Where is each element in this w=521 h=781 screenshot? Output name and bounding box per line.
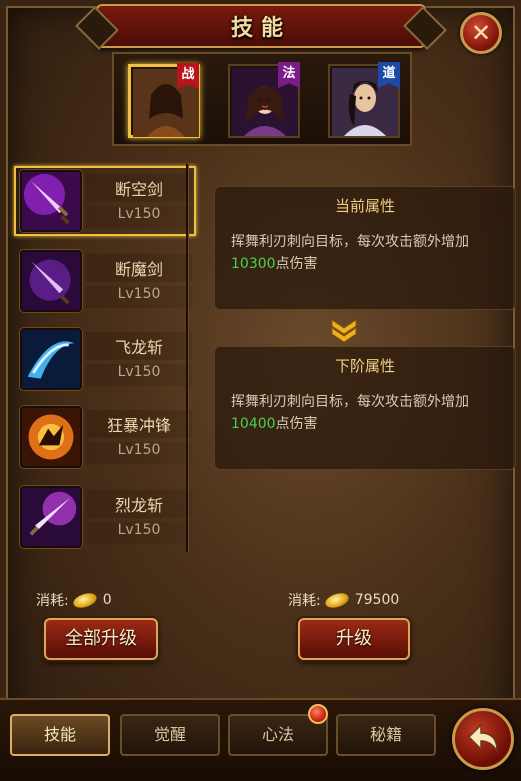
cost-all: 消耗: 0 xyxy=(36,590,112,610)
cost-label: 消耗: xyxy=(36,593,69,609)
skill-name: 断空剑 xyxy=(114,180,163,199)
skill-level: Lv150 xyxy=(86,286,192,308)
charge-icon xyxy=(20,406,82,468)
skill-level: Lv150 xyxy=(86,442,192,464)
tab-awaken[interactable]: 觉醒 xyxy=(120,714,220,756)
skill-list: 断空剑 Lv150 断魔剑 Lv150 飞龙斩 Lv150 狂暴冲锋 Lv150… xyxy=(14,162,196,554)
skill-item[interactable]: 断魔剑 Lv150 xyxy=(14,246,196,316)
cost-amount: 79500 xyxy=(354,592,400,608)
dragon-slash-icon xyxy=(20,328,82,390)
next-attribute-desc: 挥舞利刃刺向目标，每次攻击额外增加10400点伤害 xyxy=(231,394,469,432)
skill-name: 断魔剑 xyxy=(114,260,163,279)
skill-level: Lv150 xyxy=(86,206,192,228)
back-button[interactable] xyxy=(452,708,514,770)
character-mage[interactable]: 法 xyxy=(228,62,300,138)
skill-item[interactable]: 狂暴冲锋 Lv150 xyxy=(14,402,196,472)
skill-item[interactable]: 断空剑 Lv150 xyxy=(14,166,196,236)
gold-coin-icon xyxy=(71,590,99,610)
current-damage-value: 10300 xyxy=(231,256,276,272)
skill-level: Lv150 xyxy=(86,364,192,386)
title-bar: 技能 xyxy=(96,4,426,48)
current-attribute-title: 当前属性 xyxy=(334,197,395,215)
character-selector: 战 法 道 xyxy=(112,52,412,146)
current-attribute-panel: 当前属性 挥舞利刃刺向目标，每次攻击额外增加10300点伤害 xyxy=(214,186,516,310)
upgrade-button[interactable]: 升级 xyxy=(298,618,410,660)
page-title: 技能 xyxy=(230,15,291,41)
back-arrow-icon xyxy=(467,723,498,754)
cost-label: 消耗: xyxy=(288,593,321,609)
skill-item[interactable]: 飞龙斩 Lv150 xyxy=(14,324,196,394)
tab-secret-book[interactable]: 秘籍 xyxy=(336,714,436,756)
close-button[interactable]: ✕ xyxy=(460,12,502,54)
list-divider xyxy=(186,164,188,552)
upgrade-all-button[interactable]: 全部升级 xyxy=(44,618,158,660)
skill-name: 烈龙斩 xyxy=(114,496,163,515)
next-attribute-title: 下阶属性 xyxy=(334,357,395,375)
sword-icon xyxy=(20,170,82,232)
gold-coin-icon xyxy=(323,590,351,610)
notification-badge xyxy=(308,704,328,724)
skill-name: 狂暴冲锋 xyxy=(106,416,171,435)
cost-single: 消耗: 79500 xyxy=(288,590,399,610)
sword-icon xyxy=(20,486,82,548)
skill-item[interactable]: 烈龙斩 Lv150 xyxy=(14,482,196,552)
next-damage-value: 10400 xyxy=(231,416,276,432)
close-icon: ✕ xyxy=(470,19,492,47)
character-warrior[interactable]: 战 xyxy=(128,63,200,138)
character-taoist[interactable]: 道 xyxy=(328,62,400,138)
sword-icon xyxy=(20,250,82,312)
tab-skills[interactable]: 技能 xyxy=(10,714,110,756)
cost-amount: 0 xyxy=(102,592,112,608)
next-attribute-panel: 下阶属性 挥舞利刃刺向目标，每次攻击额外增加10400点伤害 xyxy=(214,346,516,470)
skill-level: Lv150 xyxy=(86,522,192,544)
current-attribute-desc: 挥舞利刃刺向目标，每次攻击额外增加10300点伤害 xyxy=(231,234,469,272)
double-chevron-down-icon xyxy=(331,319,357,342)
skill-name: 飞龙斩 xyxy=(114,338,163,357)
